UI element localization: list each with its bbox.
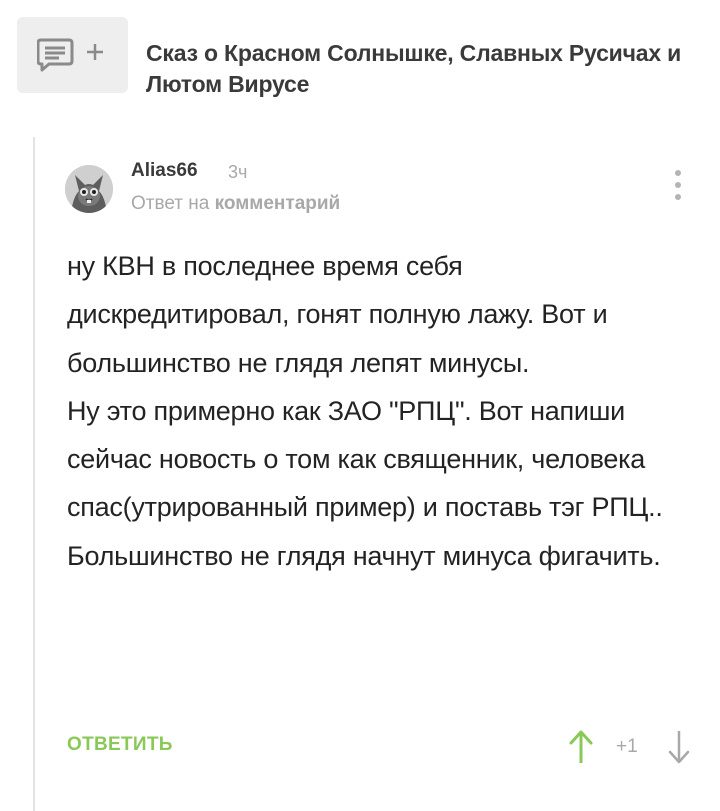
comment-author[interactable]: Alias66 <box>131 160 198 182</box>
reply-target-link[interactable]: комментарий <box>215 193 341 214</box>
comment-add-icon <box>37 38 103 72</box>
post-title[interactable]: Сказ о Красном Солнышке, Славных Русичах… <box>146 38 686 100</box>
comment-paragraph: ну КВН в последнее время себя дискредити… <box>67 251 608 378</box>
vote-up-button[interactable] <box>566 728 596 766</box>
post-header: Сказ о Красном Солнышке, Славных Русичах… <box>0 0 720 120</box>
reply-button[interactable]: ОТВЕТИТЬ <box>67 734 173 756</box>
arrow-down-icon <box>668 731 690 764</box>
more-menu-button[interactable] <box>668 170 688 204</box>
more-vertical-icon <box>668 170 688 200</box>
comment-body: ну КВН в последнее время себя дискредити… <box>67 242 687 580</box>
comment-time: 3ч <box>228 162 248 182</box>
comment-rating: +1 <box>616 736 638 757</box>
reply-to-line: Ответ на комментарий <box>131 193 340 215</box>
avatar-image <box>65 165 113 213</box>
reply-prefix: Ответ на <box>131 193 210 214</box>
thread-line[interactable] <box>33 137 35 811</box>
vote-down-button[interactable] <box>664 728 694 766</box>
comment-paragraph: Ну это примерно как ЗАО "РПЦ". Вот напиш… <box>67 395 663 571</box>
arrow-up-icon <box>569 730 593 763</box>
avatar[interactable] <box>65 165 113 213</box>
add-comment-button[interactable] <box>17 17 128 93</box>
